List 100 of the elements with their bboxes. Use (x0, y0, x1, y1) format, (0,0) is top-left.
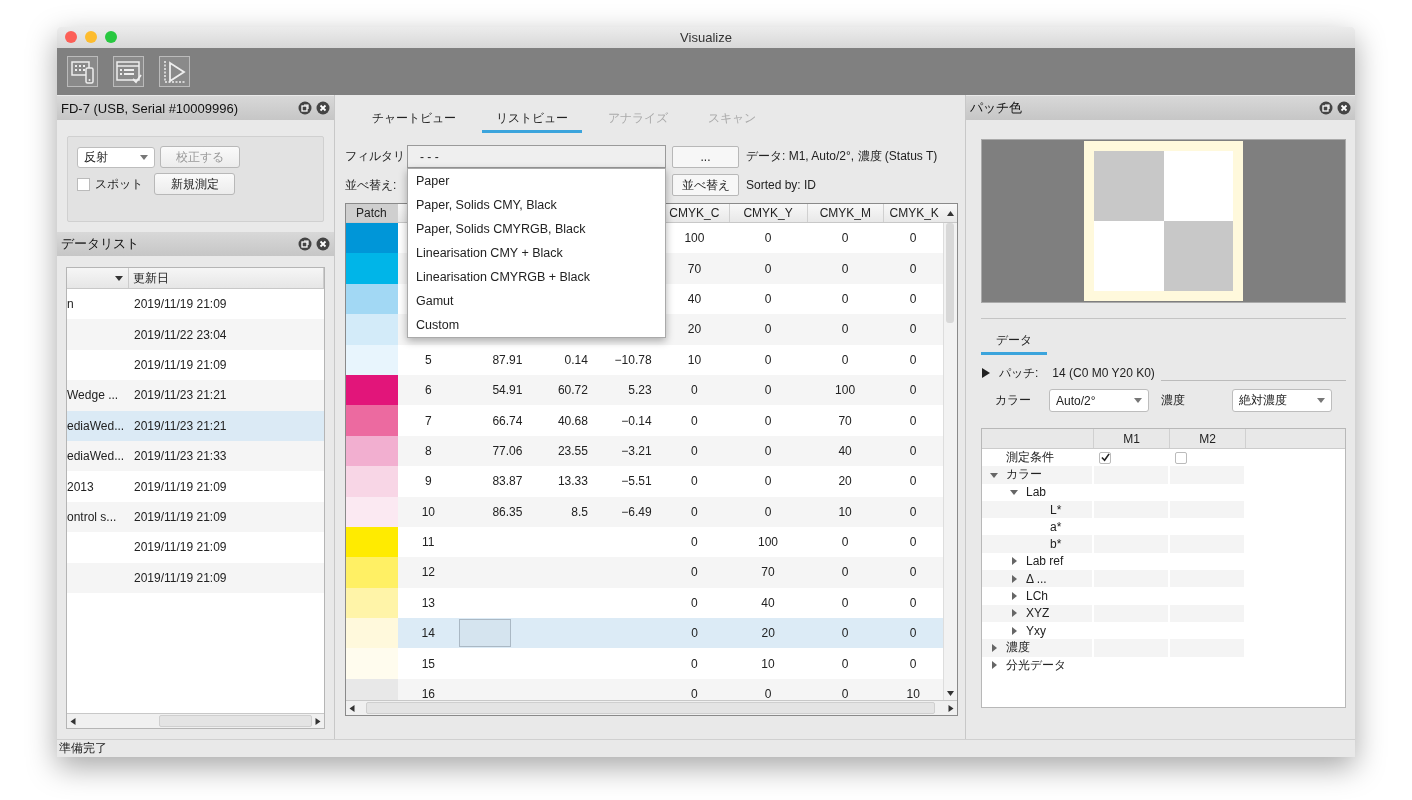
table-cell: −3.21 (621, 443, 652, 458)
data-info: データ: M1, Auto/2°, 濃度 (Status T) (746, 148, 938, 165)
table-cell: 0 (909, 656, 917, 671)
table-cell: 0 (764, 413, 772, 428)
table-cell: 0 (841, 687, 849, 700)
table-cell: 0 (764, 383, 772, 398)
table-cell-text: 2019/11/23 21:21 (133, 388, 227, 403)
table-cell: 87.91 (492, 352, 523, 367)
table-cell: 60.72 (557, 383, 588, 398)
table-cell-text: 2019/11/23 21:33 (133, 449, 227, 464)
table-cell: 0 (691, 687, 698, 700)
table-cell: 0 (691, 383, 698, 398)
table-cell: 0 (764, 687, 772, 700)
table-cell: 70 (761, 565, 775, 580)
table-cell: 0 (841, 595, 849, 610)
table-cell: 100 (684, 231, 705, 246)
table-cell: 0 (841, 535, 849, 550)
table-cell: 9 (424, 474, 432, 489)
density-label: 濃度 (1161, 392, 1186, 409)
table-cell-text: 2019/11/19 21:09 (133, 297, 227, 312)
table-cell: 13 (421, 595, 435, 610)
table-cell: 0 (841, 322, 849, 337)
table-cell: 10 (687, 352, 702, 367)
table-cell: 0 (764, 352, 772, 367)
color-label: カラー (995, 392, 1032, 409)
table-cell: 23.55 (557, 443, 588, 458)
panel-title: FD-7 (USB, Serial #10009996) (61, 100, 239, 116)
table-cell: 2013 (67, 479, 94, 494)
table-cell: 0 (764, 322, 772, 337)
table-cell: 8.5 (571, 504, 588, 519)
table-cell-text: 2019/11/19 21:09 (133, 357, 227, 372)
table-cell-text: 2019/11/19 21:09 (133, 479, 227, 494)
table-cell: Wedge ... (67, 388, 119, 403)
table-cell: 83.87 (492, 474, 523, 489)
table-cell: 0 (691, 413, 698, 428)
panel-title: データリスト (61, 235, 139, 253)
table-cell: 40 (838, 443, 852, 458)
table-cell: 0 (841, 352, 849, 367)
table-cell: 66.74 (492, 413, 523, 428)
table-cell: 10 (906, 687, 920, 700)
table-cell: n (67, 297, 74, 312)
table-cell: −6.49 (621, 504, 652, 519)
table-cell: 20 (687, 322, 702, 337)
sort-status: Sorted by: ID (746, 178, 817, 192)
table-cell-text: 2019/11/23 21:21 (133, 418, 227, 433)
table-cell: 0 (764, 291, 772, 306)
table-cell: 0 (909, 383, 917, 398)
table-cell: 0 (691, 626, 699, 641)
table-cell: 0 (909, 261, 917, 276)
table-cell: 0 (841, 231, 849, 246)
table-cell: ediaWed... (67, 418, 125, 433)
table-cell: 0 (841, 626, 849, 641)
table-cell: 6 (424, 383, 432, 398)
table-cell: 0 (909, 413, 917, 428)
table-cell: 0 (909, 291, 917, 306)
table-cell: 20 (838, 474, 852, 489)
table-cell: 0 (764, 443, 772, 458)
window-title: Visualize (680, 30, 732, 45)
table-cell: −10.78 (614, 352, 652, 367)
checkbox-label: スポット (95, 175, 143, 193)
table-cell: 0 (909, 626, 917, 641)
table-cell: 0 (841, 656, 849, 671)
patch-value: 14 (C0 M0 Y20 K0) (1052, 366, 1155, 380)
table-cell: 5 (424, 352, 432, 367)
table-cell: 70 (838, 413, 852, 428)
table-cell: 0 (764, 231, 772, 246)
table-cell: 70 (687, 261, 702, 276)
table-cell: 10 (421, 504, 435, 519)
table-cell: 40 (761, 595, 775, 610)
table-cell: 100 (835, 383, 856, 398)
table-cell: 7 (424, 413, 432, 428)
table-cell: 0 (841, 261, 849, 276)
table-cell: 20 (761, 626, 775, 641)
table-cell: 13.33 (557, 474, 588, 489)
table-cell: 54.91 (492, 383, 523, 398)
table-cell: 0 (691, 535, 698, 550)
table-cell: 8 (424, 443, 432, 458)
filter-label: フィルタリ (345, 148, 406, 165)
table-cell: 0 (841, 291, 849, 306)
table-cell: 0 (909, 352, 917, 367)
table-cell: 0 (764, 504, 772, 519)
table-cell-text: 2019/11/19 21:09 (133, 509, 227, 524)
table-cell: 0 (909, 231, 917, 246)
status-text: 準備完了 (59, 740, 107, 757)
table-cell: −5.51 (621, 474, 652, 489)
table-cell: 100 (758, 535, 779, 550)
table-cell: 5.23 (628, 383, 652, 398)
table-cell: ontrol s... (67, 509, 117, 524)
table-cell: 0 (909, 595, 917, 610)
table-cell: 15 (421, 656, 435, 671)
table-cell: 0 (909, 443, 917, 458)
table-cell: 0 (691, 504, 698, 519)
table-cell: 86.35 (492, 504, 523, 519)
table-cell: 11 (422, 535, 435, 550)
table-cell: 0 (764, 474, 772, 489)
table-cell: 0 (691, 595, 698, 610)
table-cell-text: 2019/11/19 21:09 (133, 570, 227, 585)
table-cell: 0 (841, 565, 849, 580)
table-cell: 14 (421, 626, 435, 641)
table-cell: ediaWed... (67, 449, 125, 464)
